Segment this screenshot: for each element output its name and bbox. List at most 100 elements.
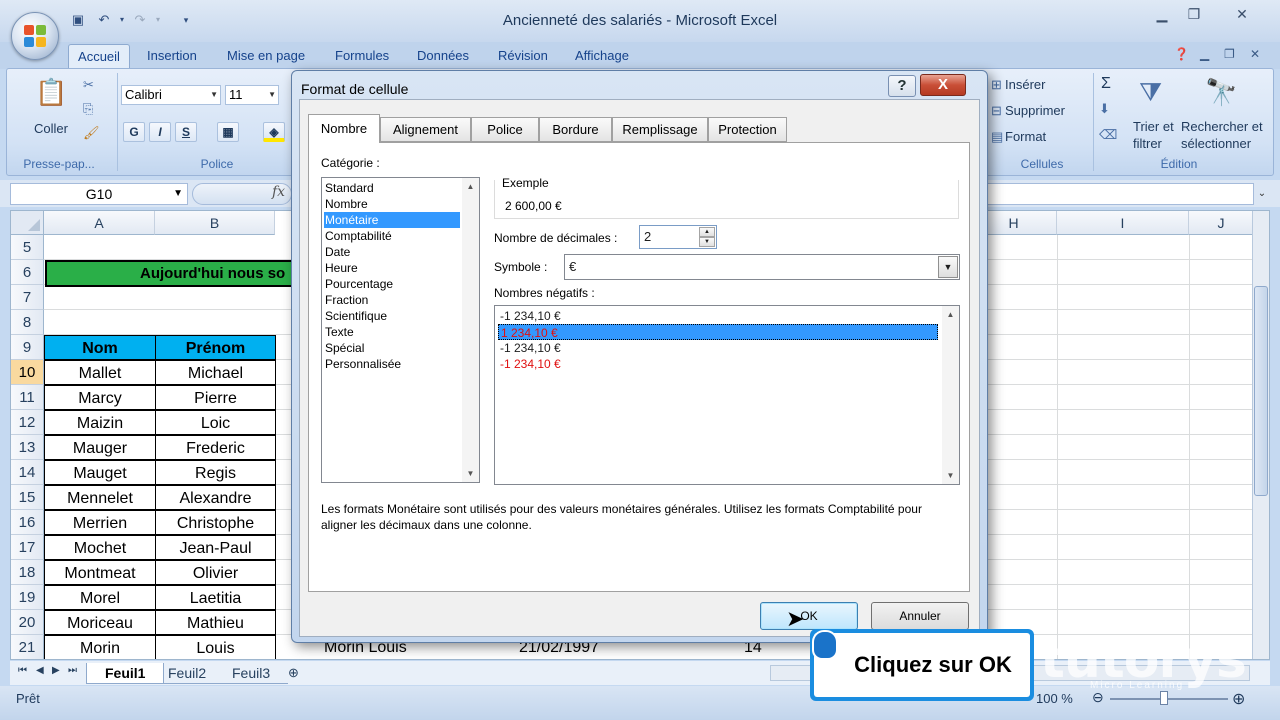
category-item[interactable]: Spécial: [324, 340, 460, 356]
dialog-close-button[interactable]: X: [920, 74, 966, 96]
row-header[interactable]: 20: [11, 610, 44, 635]
clear-icon[interactable]: ⌫: [1099, 127, 1117, 143]
zoom-in-icon[interactable]: ⊕: [1232, 689, 1245, 709]
autosum-icon[interactable]: Σ: [1101, 75, 1111, 93]
cell-nom[interactable]: Mennelet: [44, 485, 156, 510]
insert-sheet-icon[interactable]: ⊕: [288, 665, 299, 681]
row-header[interactable]: 6: [11, 260, 44, 285]
category-item[interactable]: Heure: [324, 260, 460, 276]
dialog-tab-remplissage[interactable]: Remplissage: [612, 117, 708, 142]
row-header[interactable]: 21: [11, 635, 44, 659]
scroll-up-icon[interactable]: ▲: [462, 178, 479, 195]
paste-label[interactable]: Coller: [34, 121, 68, 136]
cell-prenom[interactable]: Michael: [155, 360, 276, 385]
cell-nom[interactable]: Mauget: [44, 460, 156, 485]
insert-function-icon[interactable]: fx: [272, 184, 285, 200]
chevron-down-icon[interactable]: ▼: [938, 256, 958, 278]
negative-numbers-list[interactable]: -1 234,10 € 1 234,10 € -1 234,10 € -1 23…: [494, 305, 960, 485]
row-header[interactable]: 12: [11, 410, 44, 435]
select-all-corner[interactable]: [11, 211, 44, 235]
column-header-b[interactable]: B: [155, 211, 275, 235]
category-item[interactable]: Texte: [324, 324, 460, 340]
expand-formula-bar-icon[interactable]: ⌄: [1254, 183, 1270, 205]
find-select-label-2[interactable]: sélectionner: [1181, 136, 1251, 151]
scroll-up-icon[interactable]: ▲: [942, 306, 959, 323]
ribbon-close-icon[interactable]: ✕: [1250, 47, 1260, 61]
zoom-out-icon[interactable]: ⊖: [1092, 689, 1104, 706]
cell-prenom[interactable]: Laetitia: [155, 585, 276, 610]
negative-format-option[interactable]: -1 234,10 €: [498, 308, 938, 324]
row-header[interactable]: 10: [11, 360, 44, 385]
cell-nom[interactable]: Moriceau: [44, 610, 156, 635]
cancel-button[interactable]: Annuler: [871, 602, 969, 630]
row-header[interactable]: 16: [11, 510, 44, 535]
symbol-select[interactable]: € ▼: [564, 254, 960, 280]
format-cells-icon[interactable]: ▤: [991, 129, 1003, 145]
minimize-icon[interactable]: ▁: [1148, 4, 1176, 24]
restore-icon[interactable]: ❐: [1180, 4, 1208, 24]
paste-icon[interactable]: 📋: [35, 77, 67, 108]
cell-nom[interactable]: Montmeat: [44, 560, 156, 585]
dialog-tab-nombre[interactable]: Nombre: [308, 114, 380, 143]
copy-icon[interactable]: ⎘: [83, 101, 93, 117]
dialog-tab-protection[interactable]: Protection: [708, 117, 787, 142]
cell-prenom[interactable]: Mathieu: [155, 610, 276, 635]
tab-formules[interactable]: Formules: [335, 48, 389, 63]
fill-color-icon[interactable]: ◈: [263, 122, 285, 142]
insert-cells-icon[interactable]: ⊞: [991, 77, 1002, 93]
cell-prenom[interactable]: Loic: [155, 410, 276, 435]
tab-revision[interactable]: Révision: [498, 48, 548, 63]
fill-icon[interactable]: ⬇: [1099, 101, 1110, 117]
find-select-label-1[interactable]: Rechercher et: [1181, 119, 1263, 134]
font-name-select[interactable]: Calibri ▼: [121, 85, 221, 105]
tab-donnees[interactable]: Données: [417, 48, 469, 63]
category-item[interactable]: Personnalisée: [324, 356, 460, 372]
header-cell-nom[interactable]: Nom: [44, 335, 156, 360]
row-header[interactable]: 18: [11, 560, 44, 585]
decimals-input[interactable]: 2 ▲ ▼: [639, 225, 717, 249]
cell-nom[interactable]: Mauger: [44, 435, 156, 460]
row-header[interactable]: 17: [11, 535, 44, 560]
sheet-tab-feuil3[interactable]: Feuil3: [214, 663, 289, 684]
first-sheet-icon[interactable]: ⏮: [18, 665, 27, 676]
italic-button[interactable]: I: [149, 122, 171, 142]
negative-format-option-selected[interactable]: 1 234,10 €: [498, 324, 938, 340]
scroll-down-icon[interactable]: ▼: [462, 465, 479, 482]
prev-sheet-icon[interactable]: ◀: [36, 665, 44, 676]
help-icon[interactable]: ❓: [1174, 47, 1189, 61]
negative-format-option[interactable]: -1 234,10 €: [498, 340, 938, 356]
row-header[interactable]: 13: [11, 435, 44, 460]
ribbon-minimize-icon[interactable]: ▁: [1200, 47, 1209, 61]
next-sheet-icon[interactable]: ▶: [52, 665, 60, 676]
zoom-level[interactable]: 100 %: [1036, 691, 1073, 706]
category-item[interactable]: Monétaire: [324, 212, 460, 228]
tab-insertion[interactable]: Insertion: [147, 48, 197, 63]
cell-prenom[interactable]: Jean-Paul: [155, 535, 276, 560]
category-scrollbar[interactable]: ▲ ▼: [462, 178, 479, 482]
cell-nom[interactable]: Merrien: [44, 510, 156, 535]
negative-format-option[interactable]: -1 234,10 €: [498, 356, 938, 372]
column-header-i[interactable]: I: [1057, 211, 1189, 235]
delete-cells-button[interactable]: Supprimer: [1005, 103, 1065, 118]
tab-accueil[interactable]: Accueil: [68, 44, 130, 70]
borders-icon[interactable]: ▦: [217, 122, 239, 142]
negatives-scrollbar[interactable]: ▲ ▼: [942, 306, 959, 484]
dialog-tab-police[interactable]: Police: [471, 117, 539, 142]
insert-cells-button[interactable]: Insérer: [1005, 77, 1045, 92]
cell-nom[interactable]: Morin: [44, 635, 156, 659]
cell-prenom[interactable]: Alexandre: [155, 485, 276, 510]
category-item[interactable]: Nombre: [324, 196, 460, 212]
delete-cells-icon[interactable]: ⊟: [991, 103, 1002, 119]
cell-nom[interactable]: Mochet: [44, 535, 156, 560]
close-window-icon[interactable]: ✕: [1228, 4, 1256, 24]
row-header[interactable]: 9: [11, 335, 44, 360]
header-cell-prenom[interactable]: Prénom: [155, 335, 276, 360]
cell-prenom[interactable]: Frederic: [155, 435, 276, 460]
row-header[interactable]: 19: [11, 585, 44, 610]
format-cells-button[interactable]: Format: [1005, 129, 1046, 144]
decrement-icon[interactable]: ▼: [699, 237, 715, 247]
sort-filter-label-2[interactable]: filtrer: [1133, 136, 1162, 151]
category-item[interactable]: Standard: [324, 180, 460, 196]
cell-nom[interactable]: Morel: [44, 585, 156, 610]
cell-nom[interactable]: Maizin: [44, 410, 156, 435]
